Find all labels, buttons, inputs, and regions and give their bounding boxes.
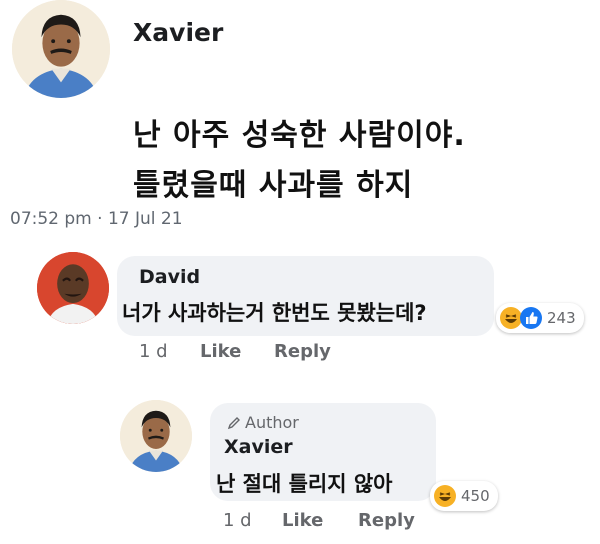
like-button[interactable]: Like (200, 341, 241, 362)
comment-avatar-david[interactable] (37, 252, 109, 324)
post-author-avatar[interactable] (12, 0, 110, 98)
author-badge-label: Author (245, 413, 299, 432)
reply-author-name[interactable]: Xavier (224, 436, 293, 458)
reply-time[interactable]: 1 d (223, 510, 252, 531)
reply-reactions[interactable]: 450 (430, 481, 498, 511)
haha-icon (433, 484, 457, 508)
reply-button[interactable]: Reply (274, 341, 331, 362)
reply-text: 난 절대 틀리지 않아 (216, 472, 393, 496)
comment-text: 너가 사과하는거 한번도 못봤는데? (122, 301, 427, 325)
post-timestamp[interactable]: 07:52 pm · 17 Jul 21 (10, 209, 183, 229)
comment-reactions[interactable]: 243 (496, 303, 584, 333)
post-text-line-2: 틀렸을때 사과를 하지 (133, 168, 414, 203)
reply-avatar-xavier[interactable] (120, 400, 192, 472)
comment-time[interactable]: 1 d (139, 341, 168, 362)
pencil-icon (226, 415, 242, 431)
reaction-count: 450 (461, 487, 490, 505)
post-text-line-1: 난 아주 성숙한 사람이야. (133, 118, 466, 153)
reaction-count: 243 (547, 309, 576, 327)
author-badge: Author (226, 413, 299, 432)
post-author-name[interactable]: Xavier (133, 18, 223, 47)
reply-reply-button[interactable]: Reply (358, 510, 415, 531)
comment-author-name[interactable]: David (139, 266, 200, 288)
reply-like-button[interactable]: Like (282, 510, 323, 531)
like-icon (519, 306, 543, 330)
